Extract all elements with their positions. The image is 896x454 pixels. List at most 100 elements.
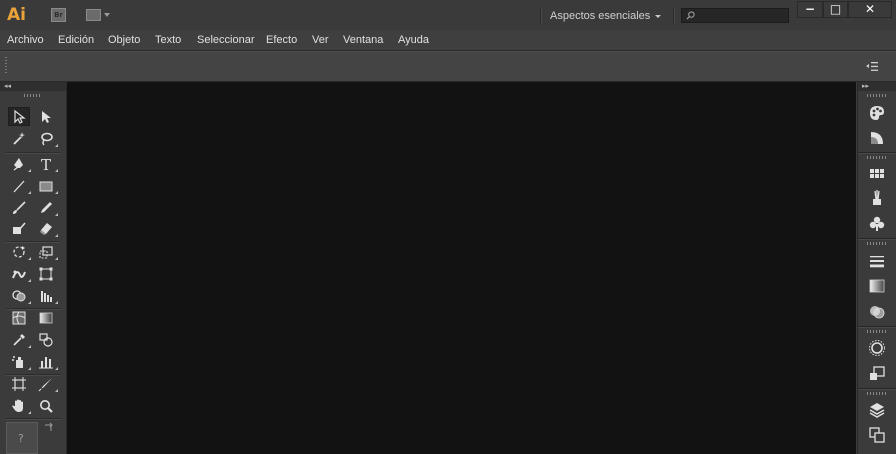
panel-menu-icon[interactable]	[866, 62, 878, 71]
pen-tool[interactable]	[8, 154, 31, 173]
flyout-indicator	[55, 234, 58, 237]
line-segment-tool-icon	[13, 180, 25, 192]
arrange-documents-icon	[86, 9, 101, 21]
dock-grip[interactable]	[867, 156, 887, 159]
shape-builder-tool[interactable]	[8, 286, 31, 305]
divider	[858, 326, 896, 328]
magic-wand-tool[interactable]	[8, 129, 30, 148]
appearance-panel-icon	[869, 340, 885, 356]
graphic-styles-panel-icon	[870, 366, 885, 380]
divider	[673, 7, 675, 24]
flyout-indicator	[55, 191, 58, 194]
color-guide-panel-button[interactable]	[866, 128, 888, 148]
menu-bar: Archivo Edición Objeto Texto Seleccionar…	[0, 30, 896, 51]
layers-panel-button[interactable]	[866, 400, 888, 420]
flyout-indicator	[28, 367, 31, 370]
control-bar	[0, 51, 896, 82]
pen-tool-icon	[13, 157, 23, 171]
magic-wand-tool-icon	[13, 131, 25, 145]
menu-texto[interactable]: Texto	[155, 32, 181, 48]
minimize-button[interactable]: −	[797, 1, 823, 18]
appearance-panel-button[interactable]	[866, 338, 888, 358]
gradient-tool[interactable]	[35, 308, 57, 327]
eyedropper-tool[interactable]	[8, 330, 31, 349]
menu-ayuda[interactable]: Ayuda	[398, 32, 429, 48]
brushes-panel-button[interactable]	[866, 188, 888, 208]
menu-edicion[interactable]: Edición	[58, 32, 94, 48]
paintbrush-tool[interactable]	[8, 198, 30, 217]
menu-ver[interactable]: Ver	[312, 32, 329, 48]
stroke-panel-button[interactable]	[866, 251, 888, 271]
color-panel-icon	[870, 106, 884, 120]
menu-archivo[interactable]: Archivo	[7, 32, 44, 48]
line-segment-tool[interactable]	[8, 176, 31, 195]
menu-efecto[interactable]: Efecto	[266, 32, 297, 48]
tools-panel-grip[interactable]	[24, 94, 42, 97]
menu-ventana[interactable]: Ventana	[343, 32, 383, 48]
panel-dock: ▸▸	[857, 82, 896, 454]
blend-tool[interactable]	[35, 330, 57, 349]
hand-tool[interactable]	[8, 396, 31, 415]
lasso-tool[interactable]	[35, 129, 58, 148]
symbols-panel-button[interactable]	[866, 214, 888, 234]
layers-panel-icon	[869, 403, 885, 418]
mesh-tool[interactable]	[8, 308, 30, 327]
rotate-tool[interactable]	[8, 242, 31, 261]
menu-seleccionar[interactable]: Seleccionar	[197, 32, 254, 48]
scale-tool[interactable]	[35, 242, 58, 261]
dock-grip[interactable]	[867, 242, 887, 245]
close-button[interactable]: ✕	[848, 1, 892, 18]
divider	[858, 152, 896, 154]
control-bar-grip[interactable]	[5, 57, 7, 75]
workspace-switcher[interactable]: Aspectos esenciales	[550, 8, 650, 24]
slice-tool[interactable]	[35, 374, 58, 393]
perspective-grid-tool[interactable]	[35, 286, 58, 305]
flyout-indicator	[28, 257, 31, 260]
search-input[interactable]	[681, 8, 789, 23]
chevron-down-icon	[104, 13, 110, 17]
search-icon	[686, 11, 695, 20]
type-tool[interactable]: T	[35, 154, 58, 173]
chevron-down-icon[interactable]	[655, 15, 661, 18]
blob-brush-tool[interactable]	[8, 219, 30, 238]
color-guide-panel-icon	[871, 132, 883, 144]
flyout-indicator	[55, 169, 58, 172]
menu-objeto[interactable]: Objeto	[108, 32, 140, 48]
graphic-styles-panel-button[interactable]	[866, 364, 888, 384]
zoom-tool[interactable]	[35, 396, 57, 415]
gradient-panel-button[interactable]	[866, 276, 888, 296]
collapse-icon[interactable]: ◂◂	[4, 83, 11, 90]
eraser-tool[interactable]	[35, 219, 58, 238]
transparency-panel-button[interactable]	[866, 302, 888, 322]
scale-tool-icon	[39, 245, 53, 259]
fill-stroke-swatch[interactable]: ?	[6, 422, 38, 454]
swap-fill-stroke-icon[interactable]	[44, 422, 54, 432]
width-tool[interactable]	[8, 264, 31, 283]
rectangle-tool[interactable]	[35, 176, 58, 195]
artboard-tool[interactable]	[8, 374, 30, 393]
arrange-documents-button[interactable]	[86, 9, 112, 22]
swatches-panel-button[interactable]	[866, 164, 888, 184]
artboards-panel-button[interactable]	[866, 425, 888, 445]
bridge-button[interactable]: Br	[51, 8, 66, 22]
dock-grip[interactable]	[867, 94, 887, 97]
dock-grip[interactable]	[867, 392, 887, 395]
paintbrush-tool-icon	[13, 200, 26, 214]
document-canvas[interactable]	[67, 82, 856, 454]
pencil-tool[interactable]	[35, 198, 58, 217]
color-panel-button[interactable]	[866, 103, 888, 123]
selection-tool[interactable]	[8, 107, 30, 126]
dock-header: ▸▸	[858, 82, 896, 91]
symbol-sprayer-tool[interactable]	[8, 352, 31, 371]
direct-selection-tool[interactable]	[35, 107, 57, 126]
expand-panels-icon[interactable]: ▸▸	[862, 83, 869, 90]
dock-grip[interactable]	[867, 330, 887, 333]
free-transform-tool[interactable]	[35, 264, 57, 283]
maximize-button[interactable]: □	[823, 1, 848, 18]
flyout-indicator	[55, 257, 58, 260]
column-graph-tool[interactable]	[35, 352, 58, 371]
blend-tool-icon	[39, 332, 53, 347]
flyout-indicator	[28, 191, 31, 194]
width-tool-icon	[12, 270, 26, 278]
direct-selection-tool-icon	[42, 110, 51, 123]
